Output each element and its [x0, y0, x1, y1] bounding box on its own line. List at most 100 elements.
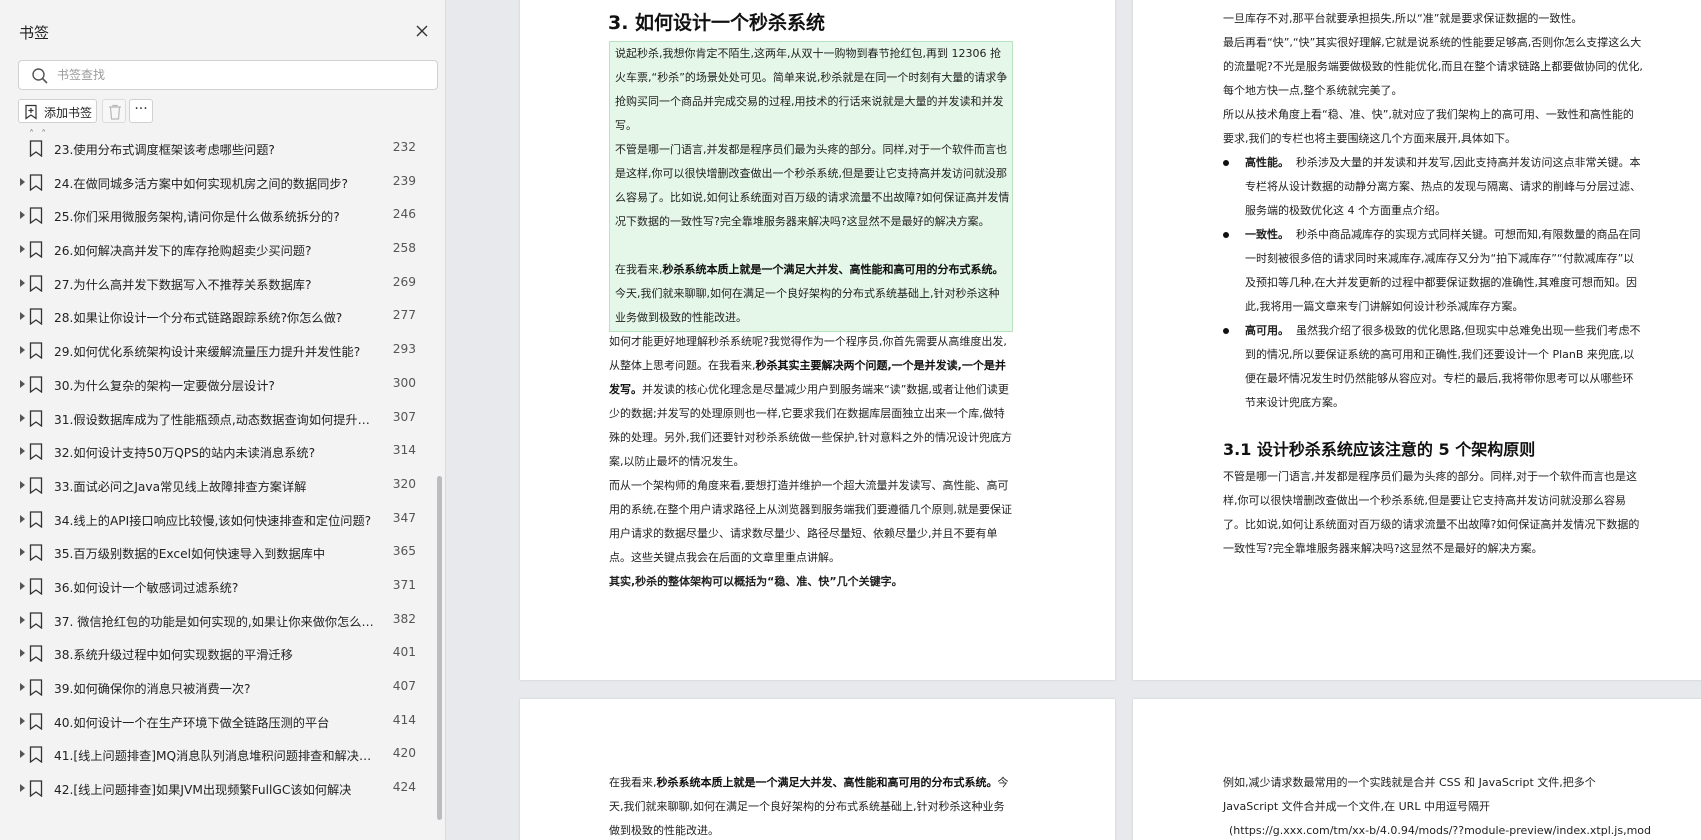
subsection-heading: 3.1 设计秒杀系统应该注意的 5 个架构原则: [1223, 440, 1536, 459]
expand-arrow-icon[interactable]: [20, 683, 25, 691]
expand-arrow-icon[interactable]: [20, 514, 25, 523]
bookmark-panel: 书签 添加书签 ··· ˄ ˄ 23.使用分布式调度框架该考虑哪些问题?2322…: [0, 0, 446, 840]
bookmark-item[interactable]: 29.如何优化系统架构设计来缓解流量压力提升并发性能? 293: [0, 334, 436, 368]
bookmark-item[interactable]: 35.百万级别数据的Excel如何快速导入到数据库中 365: [0, 536, 436, 570]
expand-arrow-icon[interactable]: [20, 750, 25, 759]
bookmark-title: 37. 微信抢红包的功能是如何实现的,如果让你来做你怎么设...: [54, 614, 374, 629]
bookmark-page-number: 365: [392, 544, 416, 559]
bookmark-item[interactable]: 27.为什么高并发下数据写入不推荐关系数据库? 269: [0, 267, 436, 301]
expand-arrow-icon[interactable]: [20, 177, 25, 186]
bookmark-item[interactable]: 23.使用分布式调度框架该考虑哪些问题? 232: [0, 132, 436, 166]
bullet-high-availability: 高可用。 虽然我介绍了很多极致的优化思路,但现实中总难免出现一些我们考虑不到的情…: [1223, 319, 1643, 415]
bookmark-icon: [29, 645, 43, 663]
bookmark-item[interactable]: 30.为什么复杂的架构一定要做分层设计? 300: [0, 368, 436, 402]
bookmark-title: 32.如何设计支持50万QPS的站内未读消息系统?: [54, 446, 316, 461]
expand-arrow-icon[interactable]: [20, 581, 25, 590]
bookmark-page-number: 307: [392, 409, 416, 424]
principles-paragraph: 不管是哪一门语言,并发都是程序员们最为头疼的部分。同样,对于一个软件而言也是这样…: [1223, 470, 1640, 555]
bookmark-item[interactable]: 42.[线上问题排查]如果JVM出现频繁FullGC该如何解决 424: [0, 772, 436, 806]
bookmark-page-number: 382: [392, 611, 416, 626]
bookmark-item[interactable]: 37. 微信抢红包的功能是如何实现的,如果让你来做你怎么设... 382: [0, 604, 436, 638]
bookmark-icon: [29, 679, 43, 697]
summary-emphasis: 秒杀系统本质上就是一个满足大并发、高性能和高可用的分布式系统。: [662, 263, 1004, 276]
bookmark-icon: [29, 376, 43, 394]
bookmark-item[interactable]: 26.如何解决高并发下的库存抢购超卖少买问题? 258: [0, 233, 436, 267]
bookmark-icon: [29, 443, 43, 461]
bullet-text: 秒杀中商品减库存的实现方式同样关键。可想而知,有限数量的商品在同一时刻被很多倍的…: [1245, 228, 1641, 313]
bookmark-title: 28.如果让你设计一个分布式链路跟踪系统?你怎么做?: [54, 311, 343, 326]
tech-angle-paragraph: 所以从技术角度上看“稳、准、快”,就对应了我们架构上的高可用、一致性和高性能的要…: [1223, 108, 1634, 145]
bookmark-item[interactable]: 33.面试必问之Java常见线上故障排查方案详解 320: [0, 469, 436, 503]
document-page: 一旦库存不对,那平台就要承担损失,所以“准”就是要求保证数据的一致性。 最后再看…: [1133, 0, 1701, 680]
expand-arrow-icon[interactable]: [20, 211, 25, 220]
add-bookmark-button[interactable]: 添加书签: [18, 99, 97, 123]
bullet-high-performance: 高性能。 秒杀涉及大量的并发读和并发写,因此支持高并发访问这点非常关键。本专栏将…: [1223, 151, 1643, 223]
bookmark-page-number: 407: [392, 679, 416, 693]
expand-arrow-icon[interactable]: [20, 346, 25, 355]
bookmark-page-number: 300: [392, 375, 416, 390]
section-heading: 3. 如何设计一个秒杀系统: [608, 12, 826, 34]
add-bookmark-icon: [25, 104, 37, 120]
url-example: (https://g.xxx.com/tm/xx-b/4.0.94/mods/?…: [1229, 824, 1651, 837]
bookmark-item[interactable]: 34.线上的API接口响应比较慢,该如何快速排查和定位问题? 347: [0, 503, 436, 537]
expand-arrow-icon[interactable]: [20, 379, 25, 388]
bookmark-title: 41.[线上问题排查]MQ消息队列消息堆积问题排查和解决思路: [54, 749, 374, 764]
more-options-button[interactable]: ···: [129, 99, 153, 123]
bookmark-title: 31.假设数据库成为了性能瓶颈点,动态数据查询如何提升效率: [54, 412, 374, 427]
bookmark-title: 34.线上的API接口响应比较慢,该如何快速排查和定位问题?: [54, 513, 372, 528]
bookmark-page-number: 269: [392, 274, 416, 289]
search-icon: [31, 67, 49, 85]
bookmark-search-field[interactable]: [18, 60, 438, 90]
bookmark-icon: [29, 409, 43, 427]
bookmark-icon: [29, 510, 43, 528]
bookmark-icon: [29, 611, 43, 629]
bookmark-item[interactable]: 40.如何设计一个在生产环境下做全链路压测的平台 414: [0, 705, 436, 739]
expand-arrow-icon[interactable]: [20, 413, 25, 422]
add-bookmark-label: 添加书签: [44, 106, 93, 120]
bullet-title: 高性能。: [1245, 156, 1289, 169]
fast-paragraph: 最后再看“快”,“快”其实很好理解,它就是说系统的性能要足够高,否则你怎么支撑这…: [1223, 36, 1643, 97]
expand-arrow-icon[interactable]: [20, 278, 25, 287]
summary-paragraph: 在我看来,秒杀系统本质上就是一个满足大并发、高性能和高可用的分布式系统。今天,我…: [615, 258, 1010, 330]
trash-icon: [109, 104, 121, 120]
expand-arrow-icon[interactable]: [20, 649, 25, 658]
bookmark-icon: [29, 544, 43, 562]
bookmark-item[interactable]: 25.你们采用微服务架构,请问你是什么做系统拆分的? 246: [0, 199, 436, 233]
expand-arrow-icon[interactable]: [20, 548, 25, 557]
bookmark-search-input[interactable]: [57, 65, 427, 85]
bookmark-icon: [29, 140, 43, 158]
bookmark-item[interactable]: 32.如何设计支持50万QPS的站内未读消息系统? 314: [0, 435, 436, 469]
bookmark-item[interactable]: 31.假设数据库成为了性能瓶颈点,动态数据查询如何提升效率 307: [0, 402, 436, 436]
expand-arrow-icon[interactable]: [20, 784, 25, 793]
expand-arrow-icon[interactable]: [20, 447, 25, 456]
bookmark-item[interactable]: 28.如果让你设计一个分布式链路跟踪系统?你怎么做? 277: [0, 300, 436, 334]
close-icon[interactable]: [411, 20, 433, 42]
bookmark-page-number: 401: [392, 645, 416, 660]
bookmark-item[interactable]: 41.[线上问题排查]MQ消息队列消息堆积问题排查和解决思路 420: [0, 738, 436, 772]
bookmark-page-number: 414: [392, 712, 416, 727]
bookmark-item[interactable]: 39.如何确保你的消息只被消费一次? 407: [0, 671, 436, 705]
document-page: 例如,减少请求数最常用的一个实践就是合并 CSS 和 JavaScript 文件…: [1133, 699, 1701, 840]
delete-bookmark-button[interactable]: [102, 99, 126, 123]
bookmark-icon: [29, 174, 43, 191]
bookmark-page-number: 314: [392, 443, 416, 458]
bookmark-icon: [29, 780, 43, 798]
document-page: 3. 如何设计一个秒杀系统 说起秒杀,我想你肯定不陌生,这两年,从双十一购物到春…: [520, 0, 1115, 680]
expand-arrow-icon[interactable]: [20, 245, 25, 254]
bookmark-icon: [29, 477, 43, 495]
bookmark-page-number: 277: [392, 308, 416, 323]
expand-arrow-icon[interactable]: [20, 312, 25, 321]
bookmark-list-scrollbar[interactable]: [437, 476, 442, 820]
bookmark-page-number: 420: [392, 746, 416, 761]
expand-arrow-icon[interactable]: [20, 615, 25, 624]
bookmark-title: 30.为什么复杂的架构一定要做分层设计?: [54, 378, 275, 393]
expand-arrow-icon[interactable]: [20, 480, 25, 489]
bullet-dot: [1223, 328, 1229, 334]
bookmark-item[interactable]: 24.在做同城多活方案中如何实现机房之间的数据同步? 239: [0, 166, 436, 200]
bookmark-item[interactable]: 38.系统升级过程中如何实现数据的平滑迁移 401: [0, 637, 436, 671]
expand-arrow-icon[interactable]: [20, 716, 25, 725]
bookmark-page-number: 320: [392, 476, 416, 491]
bookmark-item[interactable]: 36.如何设计一个敏感词过滤系统? 371: [0, 570, 436, 604]
keywords-paragraph: 其实,秒杀的整体架构可以概括为“稳、准、快”几个关键字。: [609, 575, 903, 588]
bookmark-page-number: 258: [392, 241, 416, 256]
